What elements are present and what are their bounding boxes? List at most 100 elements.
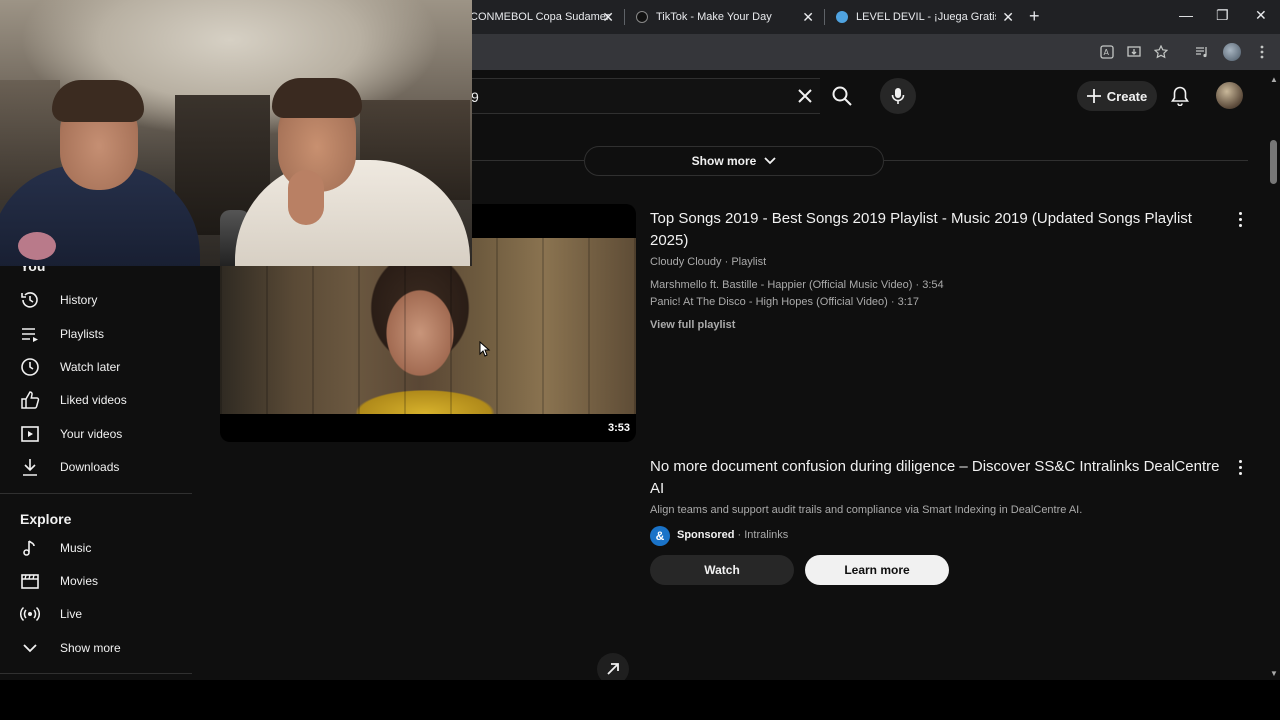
scroll-down-arrow-icon[interactable]: ▼ — [1270, 670, 1278, 678]
expand-arrow-icon — [607, 663, 619, 675]
browser-menu-icon[interactable] — [1253, 43, 1271, 61]
jacket-logo-patch — [18, 232, 56, 260]
tab-level-devil[interactable]: LEVEL DEVIL - ¡Juega Gratis Online ✕ — [836, 0, 1020, 34]
sponsored-label: Sponsored — [677, 529, 735, 541]
tab-separator — [824, 9, 825, 25]
sidebar-item-live[interactable]: Live — [0, 597, 200, 631]
tab-close-icon[interactable]: ✕ — [602, 9, 614, 26]
clear-search-icon[interactable] — [798, 85, 812, 109]
playlists-icon — [20, 324, 40, 344]
tab-close-icon[interactable]: ✕ — [802, 9, 814, 26]
live-icon — [20, 604, 40, 624]
more-actions-icon[interactable] — [1234, 208, 1246, 230]
page-scrollbar[interactable]: ▲ ▼ — [1268, 70, 1280, 680]
sidebar-item-label: Movies — [60, 574, 99, 588]
expand-miniplayer-button[interactable] — [597, 653, 629, 680]
watch-later-icon — [20, 357, 40, 377]
video-duration: 3:53 — [607, 422, 630, 434]
browser-profile-avatar[interactable] — [1223, 43, 1241, 61]
liked-videos-icon — [20, 390, 40, 410]
watch-button[interactable]: Watch — [650, 555, 794, 585]
sidebar-item-playlists[interactable]: Playlists — [0, 317, 200, 351]
scrollbar-thumb[interactable] — [1270, 140, 1277, 184]
sidebar-item-label: Your videos — [60, 427, 123, 441]
sidebar-item-liked-videos[interactable]: Liked videos — [0, 383, 200, 417]
bell-icon — [1171, 86, 1189, 106]
webcam-overlay — [0, 0, 472, 266]
minimize-button[interactable]: — — [1179, 7, 1193, 23]
sidebar-item-your-videos[interactable]: Your videos — [0, 417, 200, 451]
tab-title: LEVEL DEVIL - ¡Juega Gratis Online — [856, 11, 996, 23]
notifications-button[interactable] — [1166, 82, 1194, 110]
sidebar-item-label: Playlists — [60, 327, 105, 341]
result-title[interactable]: Top Songs 2019 - Best Songs 2019 Playlis… — [650, 208, 1220, 252]
music-icon — [20, 538, 40, 558]
sidebar-item-label: Music — [60, 541, 92, 555]
sidebar-item-label: Show more — [60, 641, 121, 655]
divider — [470, 160, 584, 161]
advertiser-logo[interactable]: & — [650, 526, 670, 546]
sidebar-item-music[interactable]: Music — [0, 531, 200, 565]
advertiser-name[interactable]: Intralinks — [744, 529, 788, 541]
search-query: 9 — [471, 89, 479, 105]
tab-title: CONMEBOL Copa Sudamericana — [470, 11, 610, 23]
sidebar-item-label: Downloads — [60, 460, 120, 474]
result-channel-meta[interactable]: Cloudy Cloudy · Playlist — [650, 256, 766, 268]
ad-title[interactable]: No more document confusion during dilige… — [650, 456, 1220, 500]
scroll-up-arrow-icon[interactable]: ▲ — [1270, 76, 1278, 84]
view-full-playlist-link[interactable]: View full playlist — [650, 319, 735, 331]
person-right-hand — [288, 170, 324, 225]
create-button[interactable]: Create — [1077, 81, 1157, 111]
sidebar-item-history[interactable]: History — [0, 283, 200, 317]
globe-icon — [836, 11, 848, 23]
tab-close-icon[interactable]: ✕ — [1002, 9, 1014, 26]
bookmark-star-icon[interactable] — [1152, 43, 1170, 61]
maximize-button[interactable]: ❐ — [1216, 7, 1229, 24]
tab-separator — [624, 9, 625, 25]
learn-more-button[interactable]: Learn more — [805, 555, 949, 585]
sidebar-item-label: Liked videos — [60, 393, 127, 407]
search-input[interactable]: 9 — [440, 78, 820, 114]
media-controls-icon[interactable] — [1193, 43, 1211, 61]
sidebar-divider — [0, 673, 192, 674]
show-more-button[interactable]: Show more — [584, 146, 884, 176]
your-videos-icon — [20, 424, 40, 444]
search-icon — [832, 86, 852, 106]
person-left-hair — [52, 80, 144, 122]
sidebar-item-movies[interactable]: Movies — [0, 564, 200, 598]
mouse-cursor-icon — [479, 341, 491, 357]
sidebar-divider — [0, 493, 192, 494]
tab-title: TikTok - Make Your Day — [656, 11, 772, 23]
svg-text:A: A — [1104, 48, 1110, 57]
sidebar-item-watch-later[interactable]: Watch later — [0, 350, 200, 384]
search-button[interactable] — [820, 78, 864, 114]
more-actions-icon[interactable] — [1234, 456, 1246, 478]
new-tab-button[interactable]: + — [1029, 6, 1040, 27]
playlist-entry[interactable]: Marshmello ft. Bastille - Happier (Offic… — [650, 279, 944, 291]
sidebar-item-label: Live — [60, 607, 83, 621]
tiktok-icon — [636, 11, 648, 23]
plus-icon — [1086, 89, 1101, 103]
movies-icon — [20, 571, 40, 591]
chevron-down-icon — [20, 638, 40, 658]
translate-icon[interactable]: A — [1098, 43, 1116, 61]
sidebar-item-show-more[interactable]: Show more — [0, 631, 200, 665]
chevron-down-icon — [764, 157, 776, 165]
sidebar-heading-explore: Explore — [20, 511, 72, 527]
create-label: Create — [1106, 88, 1148, 104]
person-right-hair — [272, 78, 362, 118]
sidebar-item-downloads[interactable]: Downloads — [0, 450, 200, 484]
tab-conmebol[interactable]: CONMEBOL Copa Sudamericana ✕ — [470, 0, 620, 34]
sidebar-item-label: Watch later — [60, 360, 121, 374]
sidebar-item-label: History — [60, 293, 98, 307]
divider — [884, 160, 1248, 161]
close-window-button[interactable]: ✕ — [1255, 7, 1267, 24]
install-app-icon[interactable] — [1125, 43, 1143, 61]
sponsored-line: Sponsored · Intralinks — [677, 529, 788, 541]
account-avatar[interactable] — [1216, 82, 1243, 109]
downloads-icon — [20, 457, 40, 477]
tab-tiktok[interactable]: TikTok - Make Your Day ✕ — [636, 0, 820, 34]
voice-search-button[interactable] — [880, 78, 916, 114]
ad-description: Align teams and support audit trails and… — [650, 504, 1083, 516]
playlist-entry[interactable]: Panic! At The Disco - High Hopes (Offici… — [650, 296, 919, 308]
